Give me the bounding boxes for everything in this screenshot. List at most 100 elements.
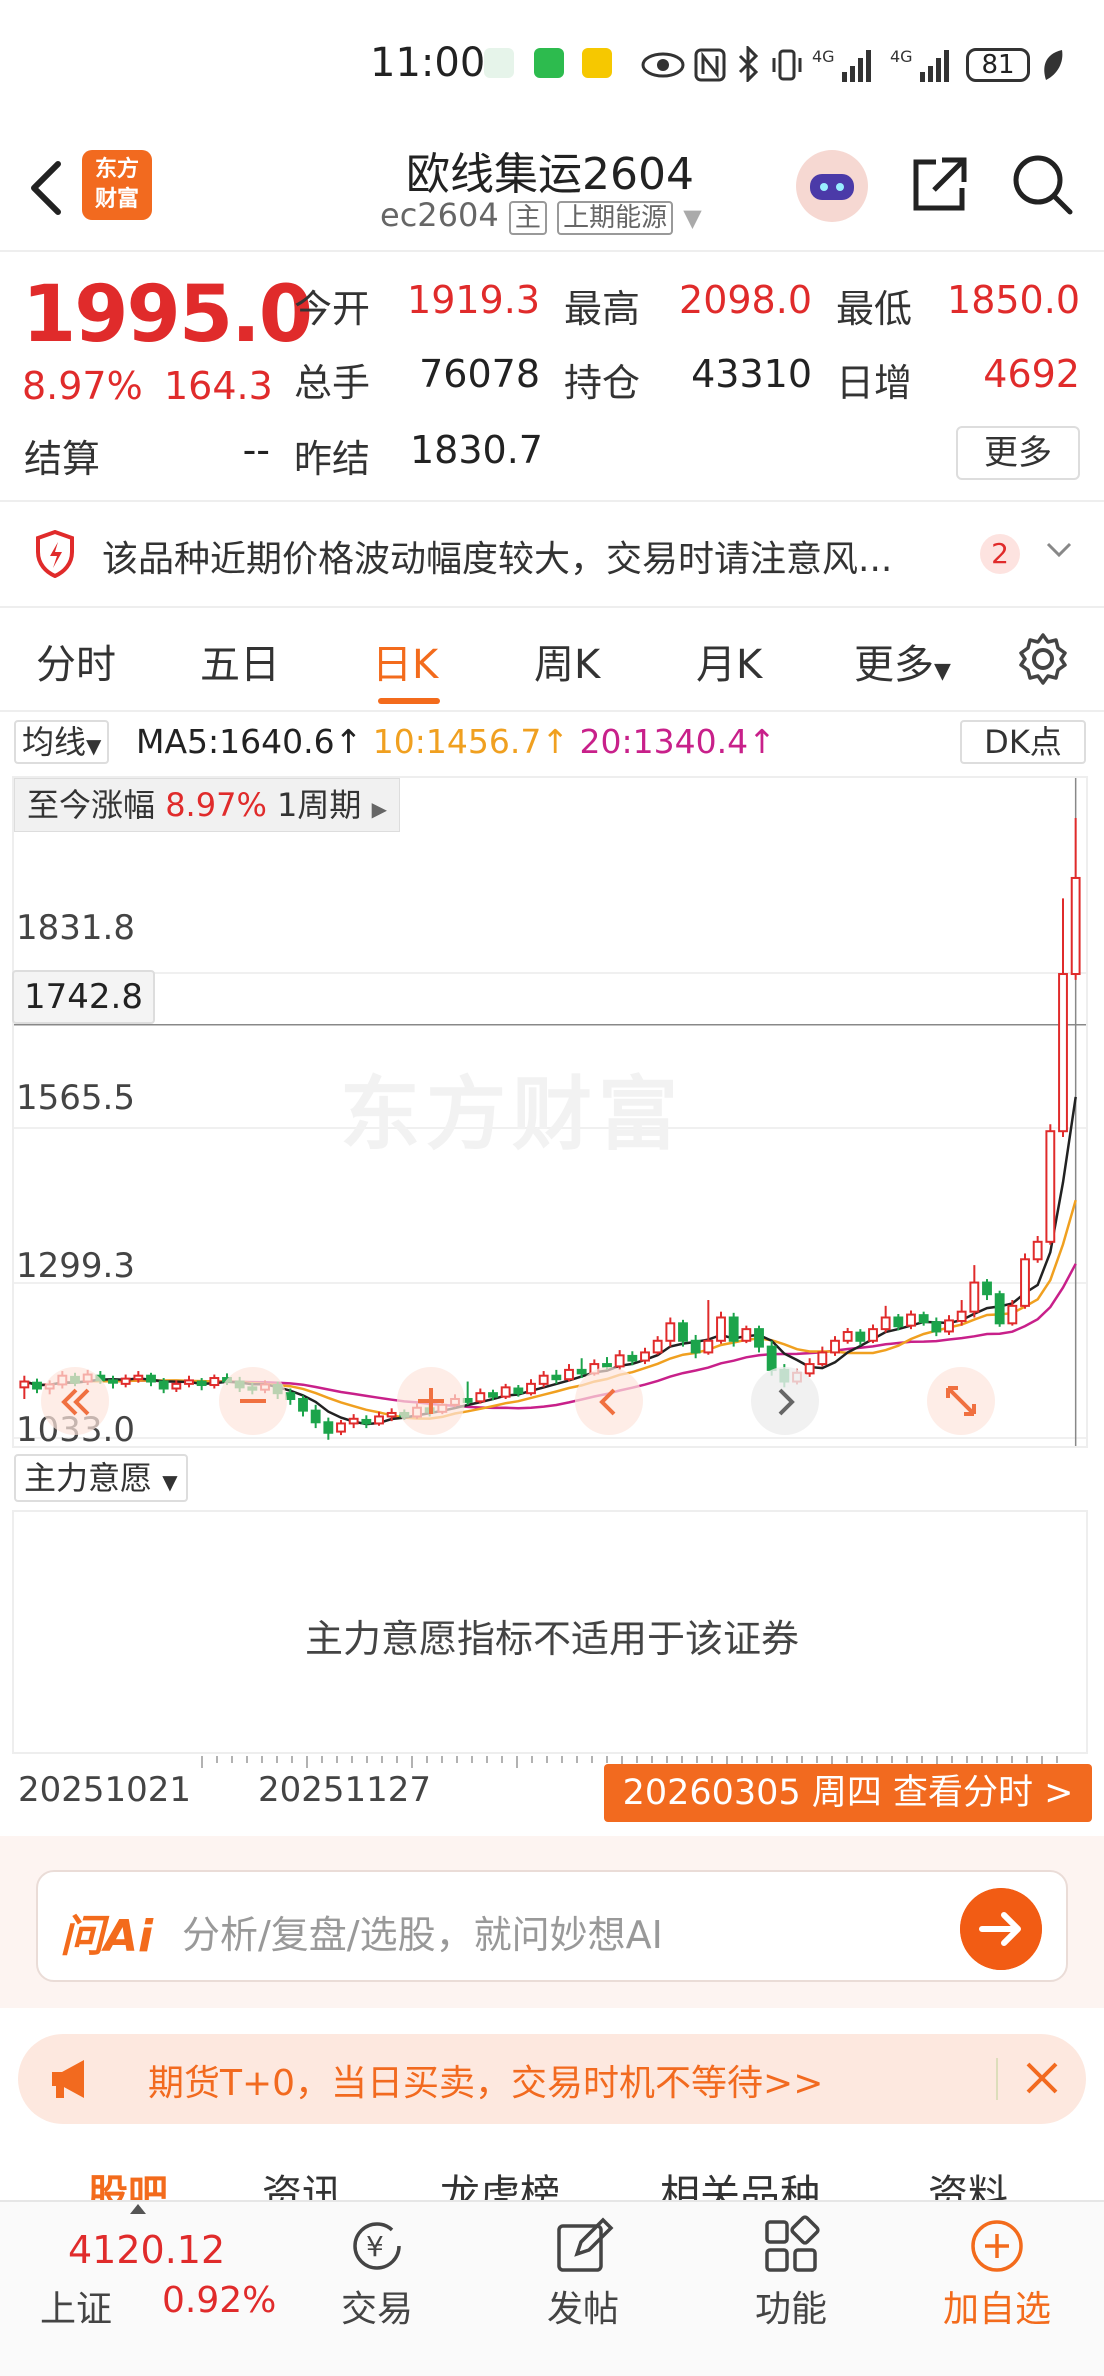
signal-4g-icon-2: 4G [890,47,949,82]
status-bar: 11:00 4G 4G 81 [0,0,1104,130]
volume-label: 总手 [294,361,371,405]
candle [969,1265,980,1318]
candle [475,1388,486,1404]
zoom-in-icon[interactable] [396,1366,466,1436]
tab-more-label: 更多 [854,642,934,688]
candle [298,1395,308,1417]
ma-select[interactable]: 均线▼ [14,720,110,764]
candle [868,1324,878,1344]
indicator-select[interactable]: 主力意愿 ▼ [14,1454,188,1502]
candle-body [196,1380,207,1387]
arrow-right-icon[interactable] [960,1888,1042,1970]
candle-body [640,1351,650,1362]
index-name[interactable]: 上证 [40,2280,112,2332]
candle-body [931,1321,942,1333]
view-intraday-button[interactable]: 20260305 周四 查看分时 > [604,1764,1092,1822]
low-label: 最低 [836,287,913,331]
tab-intraday[interactable]: 分时 [36,632,116,690]
scroll-right-icon[interactable] [750,1366,820,1436]
index-value[interactable]: 4120.12 [68,2228,225,2272]
candle-body [741,1328,752,1342]
tab-dragon-tiger[interactable]: 龙虎榜 [440,2162,560,2200]
nav-functions[interactable]: 功能 [726,2214,856,2332]
candle-body [1007,1304,1018,1325]
svg-text:¥: ¥ [366,2230,384,2263]
candle-body [1045,1130,1056,1243]
warning-count-badge: 2 [980,534,1020,574]
back-icon[interactable] [22,158,72,218]
tab-more[interactable]: 更多▼ [854,632,951,690]
eye-icon [641,52,685,78]
dk-point-button[interactable]: DK点 [960,720,1086,764]
tab-news[interactable]: 资讯 [262,2162,342,2200]
watermark: 东方财富 [340,1068,684,1161]
main-contract-tag: 主 [508,201,547,235]
ma10-value: 10:1456.7↑ [372,722,570,761]
candle [880,1305,891,1333]
ma-select-label: 均线 [22,723,87,761]
scroll-left-fast-icon[interactable] [40,1366,110,1436]
candle-body [298,1397,308,1412]
y-tick-label: 1831.8 [16,908,135,948]
period-tabs: 分时 五日 日K 周K 月K 更多▼ [0,610,1104,712]
zoom-out-icon[interactable] [218,1366,288,1436]
change-since-badge[interactable]: 至今涨幅 8.97% 1周期 ▶ [14,778,400,832]
candle [526,1379,536,1396]
candle-body [830,1339,840,1354]
nav-add-watchlist-label: 加自选 [942,2289,1051,2330]
candle-body [551,1374,562,1381]
candle [1058,898,1068,1138]
promo-banner[interactable]: 期货T+0，当日买卖，交易时机不等待>> [18,2034,1086,2124]
chevron-down-icon[interactable] [1044,534,1074,564]
candle-body [703,1339,714,1354]
tab-daily-k[interactable]: 日K [372,632,438,690]
tab-weekly-k[interactable]: 周K [534,632,600,690]
nav-trade[interactable]: ¥ 交易 [312,2214,442,2332]
candle [19,1375,30,1399]
tab-five-day[interactable]: 五日 [200,632,280,690]
tab-related[interactable]: 相关品种 [660,2162,820,2200]
candle [1020,1253,1030,1309]
fullscreen-icon[interactable] [926,1366,996,1436]
candle [906,1310,916,1330]
contract-subtitle[interactable]: ec2604 主 上期能源 ▼ [380,196,702,235]
candle-body [969,1281,980,1313]
tab-guba[interactable]: 股吧 [88,2162,168,2200]
more-quote-button[interactable]: 更多 [956,426,1080,480]
app-badge-icon [582,48,612,78]
candle-body [538,1374,549,1385]
indicator-panel: 主力意愿指标不适用于该证券 [12,1510,1088,1754]
ai-search-input[interactable]: 问Ai 分析/复盘/选股，就问妙想AI [36,1870,1068,1982]
caret-up-icon [130,2204,146,2214]
app-logo[interactable]: 东方财富 [82,150,152,220]
candle-body [880,1316,891,1331]
warning-text: 该品种近期价格波动幅度较大，交易时请注意风... [102,539,893,580]
ma5-value: MA5:1640.6↑ [136,722,363,761]
candle-body [754,1328,764,1348]
high-label: 最高 [564,287,641,331]
candle-body [500,1386,511,1398]
scroll-left-icon[interactable] [574,1366,644,1436]
nav-post[interactable]: 发帖 [518,2214,648,2332]
tab-monthly-k[interactable]: 月K [696,632,762,690]
shield-icon [36,530,74,578]
index-change[interactable]: 0.92% [162,2280,276,2321]
tab-profile[interactable]: 资料 [928,2162,1008,2200]
candle [348,1414,359,1429]
caret-down-icon: ▼ [683,204,702,232]
ma-values: MA5:1640.6↑ 10:1456.7↑ 20:1340.4↑ [136,722,776,761]
share-icon[interactable] [906,152,972,218]
candle-body [348,1417,359,1425]
risk-warning-bar[interactable]: 该品种近期价格波动幅度较大，交易时请注意风... 2 [0,504,1104,608]
bottom-nav: 4120.12 上证 0.92% ¥ 交易 发帖 功能 加自选 [0,2200,1104,2376]
candle [652,1336,663,1355]
contract-code: ec2604 [380,196,499,234]
nav-add-watchlist[interactable]: 加自选 [932,2214,1062,2332]
close-icon[interactable] [1022,2058,1062,2098]
open-interest-label: 持仓 [564,361,641,405]
gear-icon[interactable] [1016,632,1070,686]
candle-body [310,1409,321,1424]
candle [310,1404,321,1429]
assistant-robot-icon[interactable] [796,150,868,222]
search-icon[interactable] [1010,152,1076,218]
